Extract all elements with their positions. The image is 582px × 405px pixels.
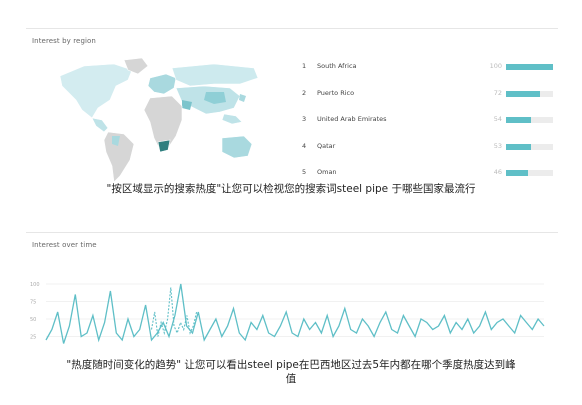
line-chart-svg: 100 75 50 25 [30,282,545,344]
value-bar-fill [506,143,531,150]
time-card-title: Interest over time [32,241,97,249]
value-bar-track [506,64,553,70]
list-item[interactable]: 4 Qatar 53 [302,138,557,165]
region-card-title: Interest by region [32,37,96,45]
rank-number: 1 [302,62,307,70]
rank-number: 5 [302,168,307,176]
country-name: United Arab Emirates [317,115,387,123]
list-item[interactable]: 3 United Arab Emirates 54 [302,111,557,138]
world-map-svg [59,57,259,183]
country-name: Qatar [317,141,336,150]
value-bar-fill [506,64,553,70]
map-north-america [59,63,133,119]
region-ranking-list: 1 South Africa 100 2 Puerto Rico 72 3 Un… [302,58,557,191]
country-value: 46 [493,168,502,176]
series-line-dashed [150,287,198,337]
map-south-africa [157,139,171,153]
list-item[interactable]: 2 Puerto Rico 72 [302,85,557,112]
rank-number: 4 [302,141,307,150]
series-line [45,283,545,344]
country-name: Puerto Rico [317,88,355,97]
map-europe [147,73,177,95]
country-name: South Africa [317,62,357,70]
value-bar-fill [506,170,528,176]
caption-time-line1: "热度随时间变化的趋势" 让您可以看出steel pipe在巴西地区过去5年内都… [66,359,516,371]
country-value: 53 [493,141,502,150]
interest-over-time-chart: 100 75 50 25 [26,272,558,360]
country-value: 72 [493,88,502,97]
caption-region: "按区域显示的搜索热度"让您可以检视您的搜索词steel pipe 于哪些国家最… [106,183,476,195]
map-central-america [91,117,109,133]
y-tick-label: 25 [30,335,36,341]
country-value: 54 [493,115,502,123]
y-tick-label: 100 [30,282,40,288]
value-bar-fill [506,90,540,97]
map-australia [221,135,253,159]
rank-number: 3 [302,115,307,123]
world-map [54,56,264,186]
value-bar-track [506,90,553,97]
value-bar-fill [506,117,532,123]
y-tick-label: 50 [30,317,36,323]
value-bar-track [506,143,553,150]
y-tick-label: 75 [30,300,36,306]
country-name: Oman [317,168,337,176]
country-value: 100 [489,62,502,70]
value-bar-track [506,170,553,176]
map-russia [171,63,259,87]
rank-number: 2 [302,88,307,97]
caption-time-line2: 值 [285,373,297,385]
list-item[interactable]: 1 South Africa 100 [302,58,557,85]
value-bar-track [506,117,553,123]
